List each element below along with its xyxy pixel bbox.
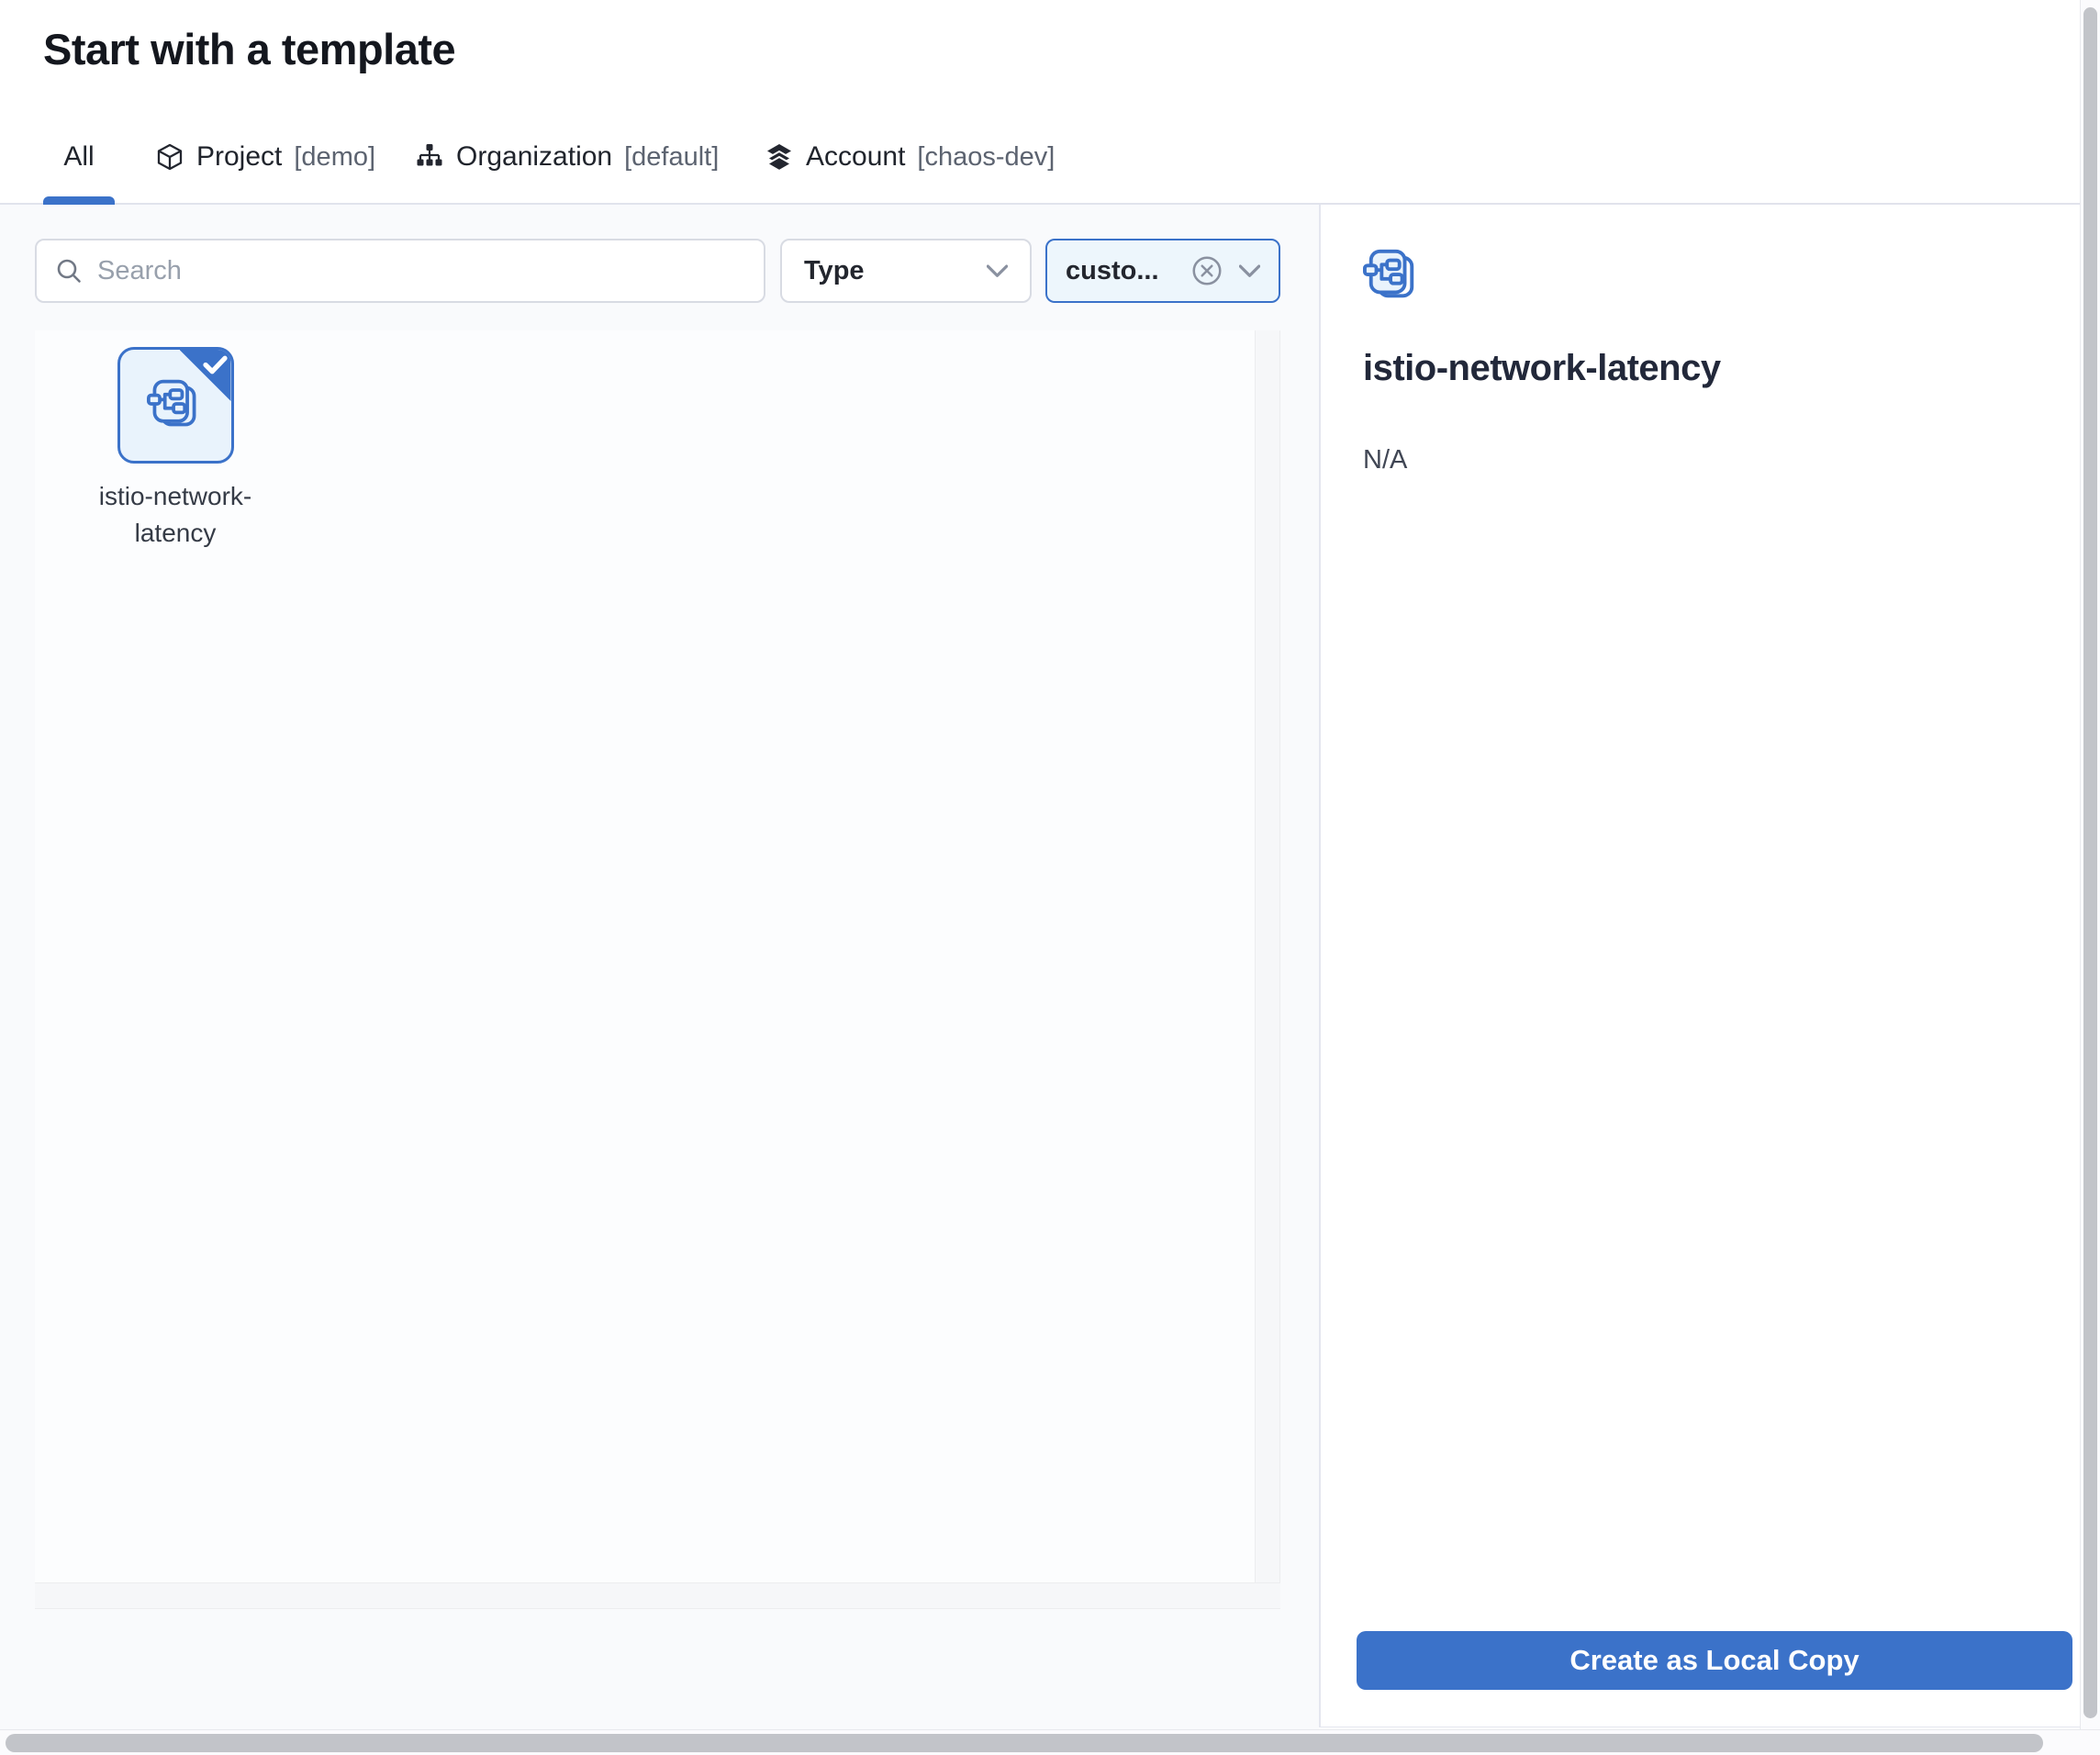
tab-organization[interactable]: Organization [default] <box>415 136 719 178</box>
vertical-scrollbar-track[interactable] <box>2080 0 2100 1729</box>
create-local-copy-button[interactable]: Create as Local Copy <box>1357 1631 2072 1690</box>
template-details-panel: istio-network-latency N/A Create as Loca… <box>1319 205 2080 1727</box>
tab-label: Account <box>806 141 905 173</box>
template-details-title: istio-network-latency <box>1363 348 1721 389</box>
vertical-scrollbar-thumb[interactable] <box>2083 7 2097 1718</box>
template-browser-pane: Type custo... <box>0 205 1319 1729</box>
clear-circle-x-icon[interactable] <box>1190 253 1224 288</box>
template-grid: istio-network-latency <box>35 330 1280 1609</box>
chevron-down-icon <box>987 264 1008 278</box>
cube-icon <box>155 142 184 172</box>
tab-label: Organization <box>456 141 612 173</box>
search-icon <box>55 257 83 285</box>
horizontal-scrollbar-thumb[interactable] <box>6 1734 2043 1752</box>
search-input[interactable] <box>97 256 745 286</box>
tab-scope: [chaos-dev] <box>917 142 1055 173</box>
search-box <box>35 239 765 303</box>
grid-horizontal-scrollbar[interactable] <box>35 1582 1280 1609</box>
type-filter-label: Type <box>804 256 865 286</box>
active-tab-indicator <box>43 196 115 205</box>
template-grid-item: istio-network-latency <box>61 347 290 552</box>
tab-account[interactable]: Account [chaos-dev] <box>765 136 1055 178</box>
tab-scope: [default] <box>624 142 719 173</box>
stacked-flowchart-icon <box>1363 246 1420 303</box>
page-title: Start with a template <box>43 24 455 74</box>
sitemap-icon <box>415 142 444 172</box>
tab-scope: [demo] <box>294 142 375 173</box>
tab-project[interactable]: Project [demo] <box>155 136 375 178</box>
chevron-down-icon <box>1239 264 1260 278</box>
layers-icon <box>765 142 794 172</box>
page-header: Start with a template All Project [demo] <box>0 0 2080 205</box>
type-filter-dropdown[interactable]: Type <box>780 239 1032 303</box>
check-icon <box>203 355 228 374</box>
tab-all[interactable]: All <box>43 136 115 178</box>
active-filter-dropdown[interactable]: custo... <box>1045 239 1280 303</box>
stacked-flowchart-icon <box>147 376 202 431</box>
active-filter-value: custo... <box>1066 256 1159 286</box>
horizontal-scrollbar-track[interactable] <box>0 1729 2100 1755</box>
template-details-description: N/A <box>1363 445 1407 475</box>
template-card-label: istio-network-latency <box>61 478 290 552</box>
grid-vertical-scrollbar[interactable] <box>1255 330 1280 1582</box>
tab-label: All <box>63 141 94 173</box>
template-card[interactable] <box>117 347 234 464</box>
tab-label: Project <box>196 141 282 173</box>
